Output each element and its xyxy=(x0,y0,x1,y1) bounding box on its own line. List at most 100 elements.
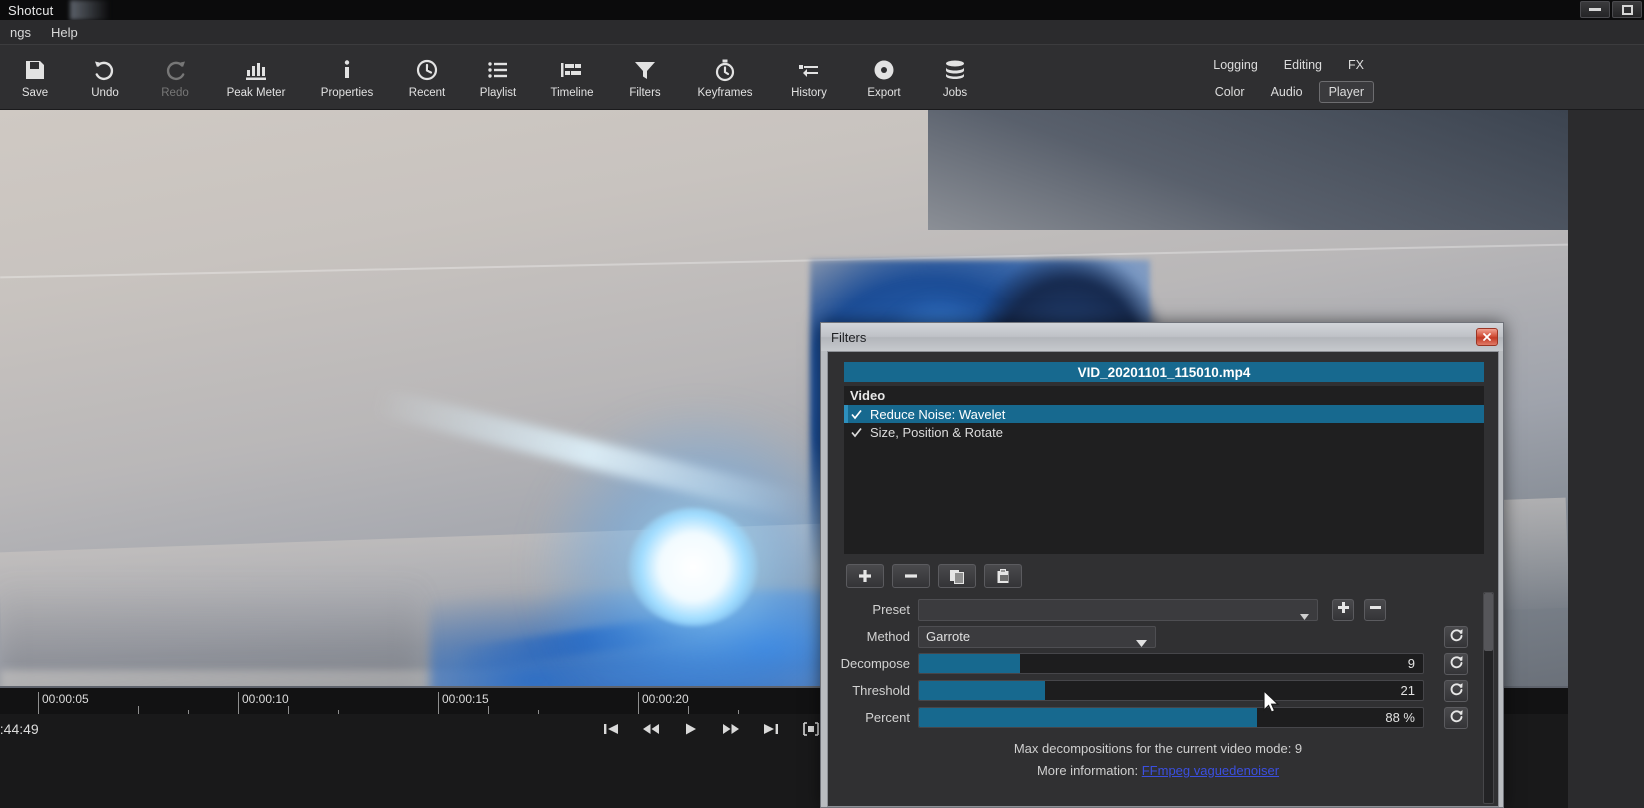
decompose-slider[interactable]: 9 xyxy=(918,653,1424,674)
toolbar-label: Timeline xyxy=(550,87,594,99)
toolbar-button-export[interactable]: Export xyxy=(848,45,920,111)
reset-percent-button[interactable] xyxy=(1444,706,1468,729)
remove-preset-button[interactable] xyxy=(1364,598,1386,621)
app-title: Shotcut xyxy=(8,2,54,18)
ruler-label: 00:00:15 xyxy=(442,692,489,706)
ruler-label: 00:00:10 xyxy=(242,692,289,706)
layout-button-audio[interactable]: Audio xyxy=(1261,81,1313,103)
method-combobox[interactable]: Garrote xyxy=(918,625,1156,648)
checkmark-icon[interactable] xyxy=(850,427,862,438)
plus-icon xyxy=(1337,601,1350,619)
layout-button-player[interactable]: Player xyxy=(1318,80,1374,103)
minus-icon xyxy=(1369,601,1382,619)
filters-dialog-title-bar[interactable]: Filters xyxy=(821,323,1503,351)
chevron-down-icon xyxy=(1300,608,1309,623)
filters-dialog-body: VID_20201101_115010.mp4 Video Reduce Noi… xyxy=(827,351,1499,807)
toolbar-button-timeline[interactable]: Timeline xyxy=(534,45,610,111)
reset-icon xyxy=(1449,708,1464,728)
add-preset-button[interactable] xyxy=(1332,598,1354,621)
menu-bar: ngs Help xyxy=(0,20,1644,44)
toolbar-button-jobs[interactable]: Jobs xyxy=(920,45,990,111)
toolbar-button-properties[interactable]: Properties xyxy=(302,45,392,111)
toolbar-label: Undo xyxy=(91,87,119,99)
threshold-label: Threshold xyxy=(852,683,910,698)
toolbar-button-undo[interactable]: Undo xyxy=(70,45,140,111)
percent-value[interactable]: 88 % xyxy=(1385,710,1415,725)
max-decompositions-note: Max decompositions for the current video… xyxy=(1013,741,1303,756)
ruler-label: 00:00:05 xyxy=(42,692,89,706)
checkmark-icon[interactable] xyxy=(850,409,862,420)
filters-list-toolbar xyxy=(846,564,1022,588)
history-icon xyxy=(796,57,822,83)
param-row-threshold: Threshold 21 xyxy=(828,677,1488,704)
toolbar-button-recent[interactable]: Recent xyxy=(392,45,462,111)
toolbar-label: Peak Meter xyxy=(226,87,286,99)
menu-item-settings[interactable]: ngs xyxy=(0,25,41,40)
toolbar-label: History xyxy=(791,87,827,99)
toolbar-button-keyframes[interactable]: Keyframes xyxy=(680,45,770,111)
decompose-value[interactable]: 9 xyxy=(1408,656,1415,671)
paste-filters-button[interactable] xyxy=(984,564,1022,588)
playlist-icon xyxy=(486,57,510,83)
jobs-icon xyxy=(943,57,967,83)
transport-controls xyxy=(600,718,822,740)
remove-filter-button[interactable] xyxy=(892,564,930,588)
filter-list-item-size-position-rotate[interactable]: Size, Position & Rotate xyxy=(844,423,1484,441)
filters-dialog-title: Filters xyxy=(831,329,867,345)
toolbar-button-filters[interactable]: Filters xyxy=(610,45,680,111)
scrollbar-thumb[interactable] xyxy=(1484,593,1493,651)
param-row-preset: Preset xyxy=(828,596,1488,623)
threshold-slider[interactable]: 21 xyxy=(918,680,1424,701)
toolbar-button-redo[interactable]: Redo xyxy=(140,45,210,111)
layout-buttons: Logging Editing FX Color Audio Player xyxy=(1124,51,1374,105)
add-filter-button[interactable] xyxy=(846,564,884,588)
layout-button-editing[interactable]: Editing xyxy=(1274,54,1332,76)
percent-slider[interactable]: 88 % xyxy=(918,707,1424,728)
reset-threshold-button[interactable] xyxy=(1444,679,1468,702)
preset-combobox[interactable] xyxy=(918,598,1318,623)
fast-forward-button[interactable] xyxy=(720,718,742,740)
paste-icon xyxy=(996,568,1011,584)
minimize-icon xyxy=(1589,8,1601,11)
layout-button-logging[interactable]: Logging xyxy=(1203,54,1268,76)
skip-to-start-button[interactable] xyxy=(600,718,622,740)
rewind-button[interactable] xyxy=(640,718,662,740)
filter-list-item-reduce-noise-wavelet[interactable]: Reduce Noise: Wavelet xyxy=(844,405,1484,423)
copy-filters-button[interactable] xyxy=(938,564,976,588)
toolbar-label: Playlist xyxy=(479,87,517,99)
recent-icon xyxy=(415,57,439,83)
filters-icon xyxy=(633,57,657,83)
filters-params-scrollbar[interactable] xyxy=(1483,592,1494,804)
current-timecode[interactable]: 0:44:49 xyxy=(0,721,39,737)
more-information-link[interactable]: FFmpeg vaguedenoiser xyxy=(1142,763,1279,778)
layout-button-color[interactable]: Color xyxy=(1205,81,1255,103)
reset-method-button[interactable] xyxy=(1444,625,1468,648)
filters-dialog: Filters VID_20201101_115010.mp4 Video Re… xyxy=(820,322,1504,808)
threshold-value[interactable]: 21 xyxy=(1401,683,1415,698)
toolbar-label: Recent xyxy=(408,87,446,99)
reset-decompose-button[interactable] xyxy=(1444,652,1468,675)
decompose-label: Decompose xyxy=(840,656,910,671)
method-label: Method xyxy=(866,629,910,644)
filters-list[interactable]: Video Reduce Noise: Wavelet Size, Positi xyxy=(844,386,1484,554)
skip-to-end-button[interactable] xyxy=(760,718,782,740)
toolbar-button-playlist[interactable]: Playlist xyxy=(462,45,534,111)
in-out-point-button[interactable] xyxy=(800,718,822,740)
layout-button-fx[interactable]: FX xyxy=(1338,54,1374,76)
maximize-button[interactable] xyxy=(1612,1,1642,18)
play-button[interactable] xyxy=(680,718,702,740)
main-toolbar: Save Undo Redo Peak Meter Properties Rec… xyxy=(0,44,1644,110)
toolbar-label: Save xyxy=(21,87,49,99)
preview-glow-core xyxy=(628,508,758,626)
timeline-icon xyxy=(559,57,585,83)
toolbar-label: Properties xyxy=(320,87,374,99)
toolbar-button-peak-meter[interactable]: Peak Meter xyxy=(210,45,302,111)
filters-dialog-close-button[interactable] xyxy=(1476,328,1498,346)
minimize-button[interactable] xyxy=(1580,1,1610,18)
toolbar-button-save[interactable]: Save xyxy=(0,45,70,111)
menu-item-help[interactable]: Help xyxy=(41,25,88,40)
toolbar-button-history[interactable]: History xyxy=(770,45,848,111)
mouse-cursor xyxy=(1263,689,1281,721)
filter-name: Size, Position & Rotate xyxy=(870,424,1003,440)
preset-label: Preset xyxy=(872,602,910,617)
